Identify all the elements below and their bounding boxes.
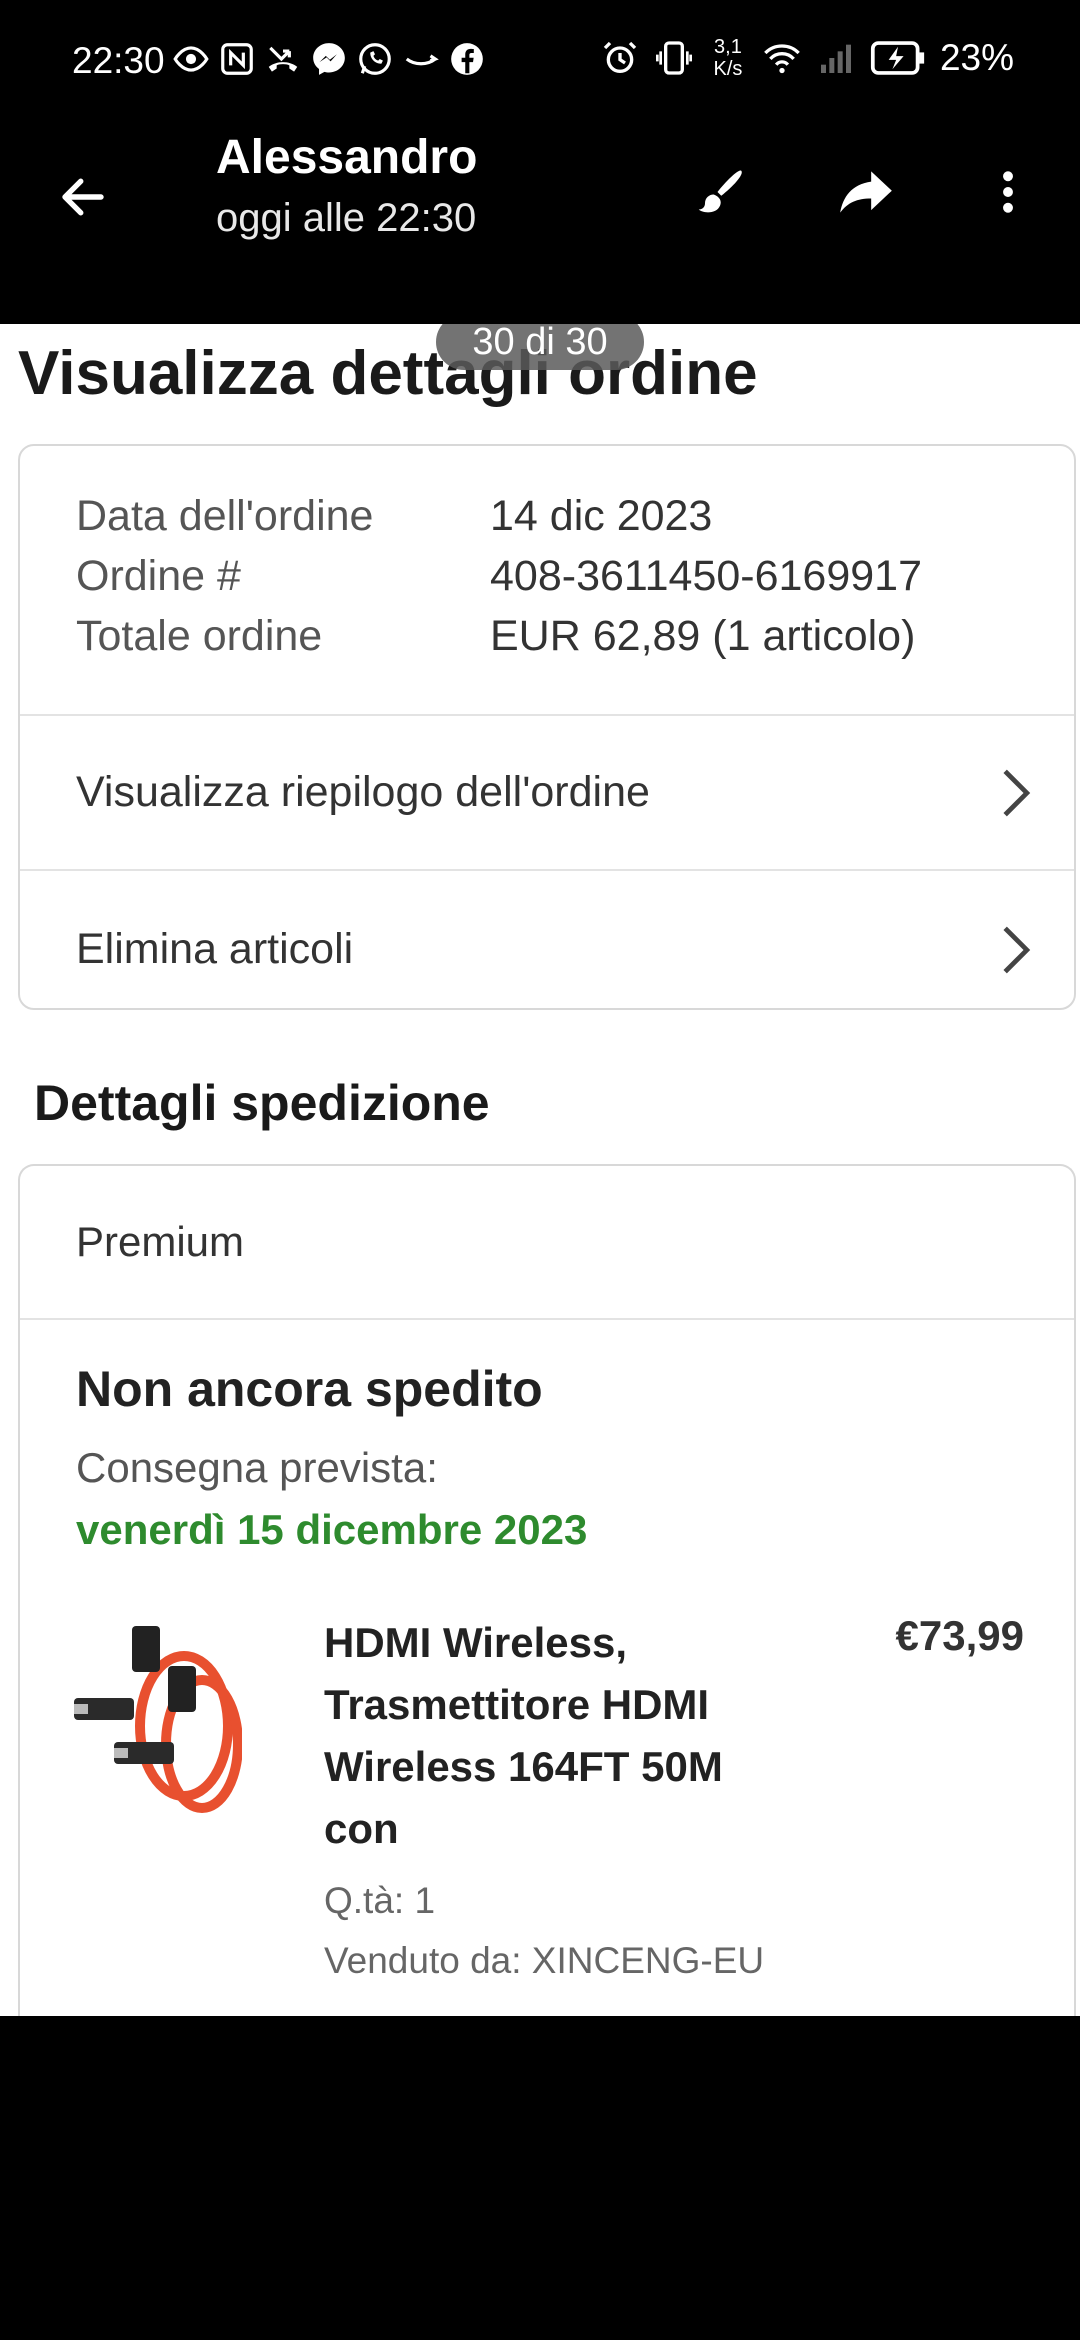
product-image[interactable]	[72, 1616, 242, 1816]
missed-call-icon	[268, 46, 298, 72]
hdmi-plug-2	[168, 1666, 196, 1712]
shipment-status: Non ancora spedito	[76, 1361, 543, 1417]
more-options-button[interactable]	[968, 152, 1048, 232]
image-counter: 30 di 30	[436, 324, 644, 370]
more-vertical-icon	[1003, 171, 1013, 213]
product-title[interactable]: HDMI Wireless, Trasmettitore HDMI Wirele…	[324, 1612, 784, 1860]
signal-icon	[820, 44, 851, 73]
order-info-card: Data dell'ordine 14 dic 2023 Ordine # 40…	[18, 444, 1076, 1010]
order-date-row: Data dell'ordine 14 dic 2023	[76, 492, 712, 541]
net-speed-value: 3,1	[714, 36, 742, 58]
delivery-date: venerdì 15 dicembre 2023	[76, 1506, 588, 1553]
chevron-right-icon	[1003, 769, 1031, 816]
facebook-icon	[451, 43, 483, 75]
order-number-value: 408-3611450-6169917	[490, 552, 922, 600]
order-date-value: 14 dic 2023	[490, 492, 713, 540]
shipment-card: Premium Non ancora spedito Consegna prev…	[18, 1164, 1076, 2016]
hdmi-plug-1	[132, 1626, 160, 1672]
battery-percent: 23%	[939, 37, 1014, 78]
order-number-row: Ordine # 408-3611450-6169917	[76, 552, 922, 601]
nfc-icon	[221, 43, 253, 75]
brush-icon	[698, 170, 742, 213]
order-summary-link[interactable]: Visualizza riepilogo dell'ordine	[20, 716, 1074, 871]
shipping-service: Premium	[20, 1166, 1074, 1320]
viewer-header: Alessandro oggi alle 22:30	[0, 122, 1080, 324]
order-total-row: Totale ordine EUR 62,89 (1 articolo)	[76, 612, 915, 661]
product-price: €73,99	[895, 1612, 1024, 1659]
delivery-label: Consegna prevista:	[76, 1444, 438, 1491]
notification-icons	[172, 40, 486, 78]
delete-items-label: Elimina articoli	[76, 925, 354, 973]
order-number-label: Ordine #	[76, 552, 241, 600]
usb-tip-1	[74, 1704, 88, 1714]
amazon-icon	[405, 54, 439, 66]
order-total-value: EUR 62,89 (1 articolo)	[490, 612, 916, 660]
network-speed: 3,1 K/s	[708, 36, 748, 80]
product-seller: Venduto da: XINCENG-EU	[324, 1940, 765, 1981]
shipping-section-title: Dettagli spedizione	[34, 1075, 490, 1131]
chevron-right-icon	[1003, 926, 1031, 973]
whatsapp-icon	[359, 43, 391, 75]
order-date-label: Data dell'ordine	[76, 492, 374, 540]
sender-name: Alessandro	[216, 131, 478, 184]
status-time: 22:30	[72, 40, 165, 81]
sender-time: oggi alle 22:30	[216, 196, 477, 240]
order-info: Data dell'ordine 14 dic 2023 Ordine # 40…	[20, 446, 1074, 716]
edit-button[interactable]	[680, 152, 760, 232]
battery-charging-icon	[870, 41, 925, 75]
delete-items-link[interactable]: Elimina articoli	[20, 872, 1074, 1027]
back-button[interactable]	[48, 162, 118, 232]
arrow-left-icon	[62, 178, 104, 216]
usb-tip-2	[114, 1748, 128, 1758]
forward-button[interactable]	[826, 152, 906, 232]
product-quantity: Q.tà: 1	[324, 1880, 436, 1921]
messenger-icon	[313, 43, 345, 75]
system-status: 3,1 K/s 23%	[600, 36, 1014, 80]
order-total-label: Totale ordine	[76, 612, 323, 660]
page-title: Visualizza dettagli ordine	[18, 339, 758, 408]
forward-icon	[840, 171, 892, 213]
shared-image: Visualizza dettagli ordine Data dell'ord…	[0, 324, 1080, 2016]
alarm-icon	[603, 41, 637, 73]
vibrate-icon	[655, 41, 692, 75]
net-speed-unit: K/s	[713, 58, 743, 80]
eye-icon	[173, 46, 209, 72]
wifi-icon	[764, 44, 800, 74]
status-bar: 22:30 3,1 K/s 23%	[0, 0, 1080, 122]
order-summary-label: Visualizza riepilogo dell'ordine	[76, 768, 650, 816]
